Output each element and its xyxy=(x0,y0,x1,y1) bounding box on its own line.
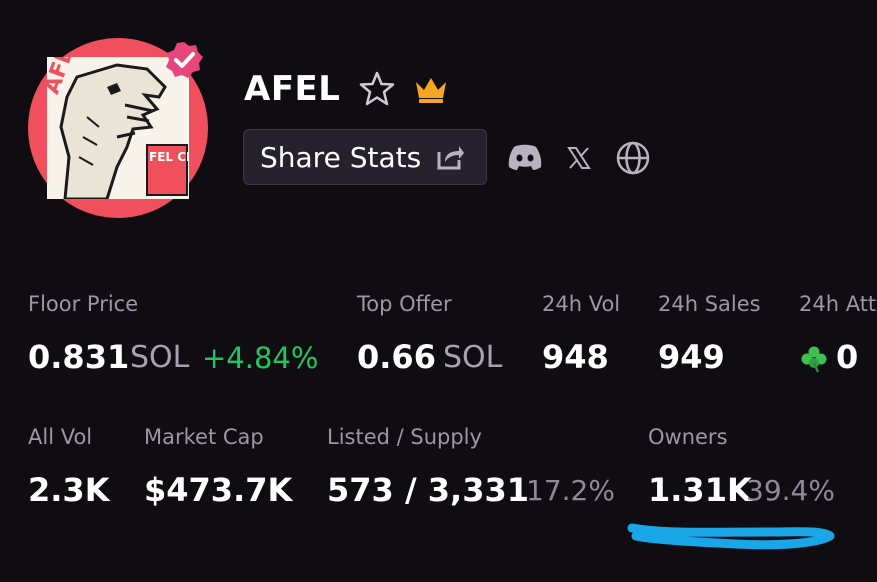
all-vol-label: All Vol xyxy=(28,425,93,449)
market-cap-value: $473.7K xyxy=(144,471,293,509)
avatar-text-side: FEL CLUB xyxy=(149,150,189,164)
crown-icon xyxy=(416,78,446,103)
owners-value: 1.31K xyxy=(648,471,752,509)
star-icon[interactable] xyxy=(358,70,396,108)
globe-icon[interactable] xyxy=(615,140,651,176)
share-stats-button[interactable]: Share Stats xyxy=(243,129,487,185)
listed-supply-pct: 17.2% xyxy=(526,474,615,507)
top-offer-value: 0.66 xyxy=(357,338,436,376)
share-icon xyxy=(437,146,465,170)
vol-24h-value: 948 xyxy=(542,338,609,376)
floor-price-unit: SOL xyxy=(130,340,190,375)
listed-supply-label: Listed / Supply xyxy=(327,425,482,449)
floor-price-change: +4.84% xyxy=(202,341,319,375)
all-vol-value: 2.3K xyxy=(28,471,110,509)
att-24h-label: 24h Att xyxy=(799,292,877,316)
floor-price-label: Floor Price xyxy=(28,292,139,316)
annotation-underline xyxy=(627,523,835,550)
share-stats-label: Share Stats xyxy=(260,140,422,174)
att-24h-value: 0 xyxy=(836,338,859,376)
x-icon[interactable] xyxy=(566,145,592,171)
top-offer-label: Top Offer xyxy=(357,292,452,316)
listed-supply-value: 573 / 3,331 xyxy=(327,471,529,509)
vol-24h-label: 24h Vol xyxy=(542,292,621,316)
verified-check-icon xyxy=(166,42,203,78)
discord-icon[interactable] xyxy=(506,141,544,173)
owners-pct: 39.4% xyxy=(746,474,835,507)
sales-24h-value: 949 xyxy=(658,338,725,376)
floor-price-value: 0.831 xyxy=(28,338,130,376)
clover-icon xyxy=(801,346,827,373)
sales-24h-label: 24h Sales xyxy=(658,292,761,316)
collection-title: AFEL xyxy=(244,69,341,109)
owners-label: Owners xyxy=(648,425,728,449)
market-cap-label: Market Cap xyxy=(144,425,264,449)
top-offer-unit: SOL xyxy=(443,340,503,375)
